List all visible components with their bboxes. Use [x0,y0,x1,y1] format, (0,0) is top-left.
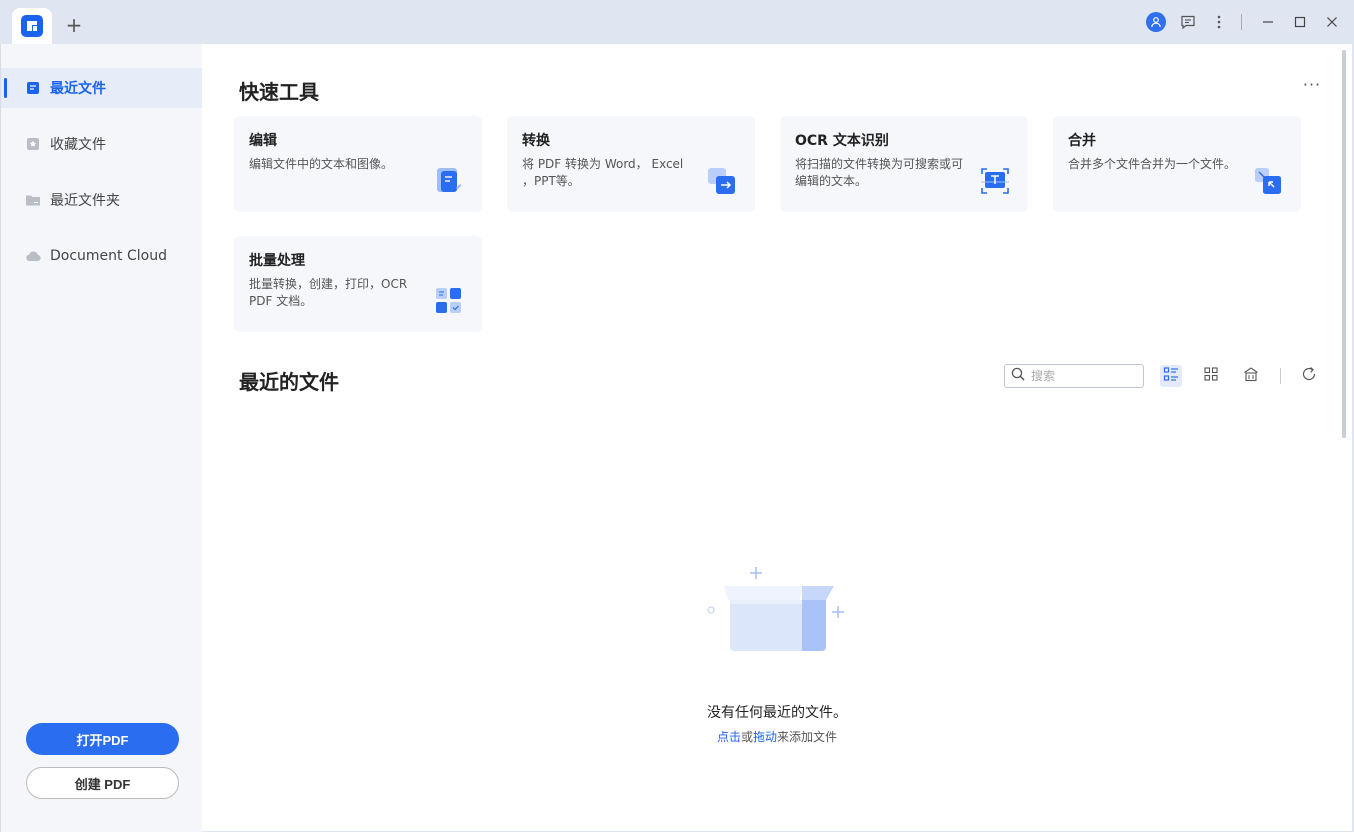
refresh-icon [1301,366,1317,386]
close-icon[interactable] [1322,12,1342,32]
folder-icon [25,192,41,208]
sidebar-item-document-cloud[interactable]: Document Cloud [1,236,203,276]
sidebar-item-recent-files[interactable]: 最近文件 [1,68,203,108]
card-title: 合并 [1068,133,1096,149]
card-title: 批量处理 [249,253,305,269]
tool-card-edit[interactable]: 编辑 编辑文件中的文本和图像。 [234,116,482,212]
minimize-icon[interactable] [1258,12,1278,32]
empty-state-message: 没有任何最近的文件。 [707,705,847,721]
menu-kebab-icon[interactable] [1209,12,1229,32]
list-view-button[interactable] [1160,365,1182,387]
open-pdf-button[interactable]: 打开PDF [26,723,179,755]
search-icon [1011,367,1025,385]
list-view-icon [1163,366,1179,386]
batch-icon [434,286,464,316]
refresh-button[interactable] [1298,365,1320,387]
tool-card-merge[interactable]: 合并 合并多个文件合并为一个文件。 [1053,116,1301,212]
sidebar-item-favorites[interactable]: 收藏文件 [1,124,203,164]
title-bar: + [0,0,1354,44]
new-tab-button[interactable]: + [62,14,86,38]
feedback-icon[interactable] [1178,12,1198,32]
empty-box-illustration [702,564,852,664]
search-box[interactable] [1004,364,1144,388]
tool-card-convert[interactable]: 转换 将 PDF 转换为 Word， Excel ，PPT等。 [507,116,755,212]
sidebar-item-label: 最近文件 [50,81,106,97]
merge-icon [1253,166,1283,196]
empty-state-hint: 点击或拖动来添加文件 [202,728,1352,745]
app-logo-icon [21,15,43,37]
create-pdf-button[interactable]: 创建 PDF [26,767,179,799]
card-desc: 将 PDF 转换为 Word， Excel ，PPT等。 [522,157,684,188]
ocr-icon [980,166,1010,196]
sidebar-item-label: Document Cloud [50,248,167,264]
sidebar: 最近文件 收藏文件 最近文件夹 Document Cloud 打开PDF 创建 … [0,44,203,832]
titlebar-divider [1241,14,1242,30]
vertical-scrollbar[interactable] [1342,50,1346,438]
card-desc: 将扫描的文件转换为可搜索或可编辑的文本。 [795,157,964,188]
sidebar-item-label: 收藏文件 [50,137,106,153]
convert-icon [707,166,737,196]
cloud-icon [25,248,41,264]
trash-bin-icon [1243,366,1259,386]
tool-card-batch[interactable]: 批量处理 批量转换，创建，打印，OCR PDF 文档。 [234,236,482,332]
recent-files-title: 最近的文件 [239,370,339,394]
main-content: 快速工具 ··· 编辑 编辑文件中的文本和图像。 转换 将 PDF 转换为 Wo… [202,44,1352,831]
search-input[interactable] [1031,369,1131,383]
card-title: OCR 文本识别 [795,133,889,149]
sidebar-item-label: 最近文件夹 [50,193,120,209]
toolbar-divider [1280,368,1281,384]
sidebar-item-recent-folders[interactable]: 最近文件夹 [1,180,203,220]
maximize-icon[interactable] [1290,12,1310,32]
star-file-icon [25,136,41,152]
grid-view-button[interactable] [1200,365,1222,387]
card-desc: 批量转换，创建，打印，OCR PDF 文档。 [249,277,408,308]
home-tab[interactable] [12,8,52,44]
account-icon[interactable] [1146,12,1166,32]
edit-doc-icon [434,166,464,196]
more-options-button[interactable]: ··· [1300,77,1324,96]
recent-file-icon [25,80,41,96]
hint-suffix: 来添加文件 [777,730,838,744]
card-desc: 编辑文件中的文本和图像。 [249,157,394,171]
card-desc: 合并多个文件合并为一个文件。 [1068,157,1237,171]
grid-view-icon [1203,366,1219,386]
or-text: 或 [740,730,753,744]
clear-history-button[interactable] [1240,365,1262,387]
card-title: 编辑 [249,133,277,149]
card-title: 转换 [522,133,550,149]
tool-card-ocr[interactable]: OCR 文本识别 将扫描的文件转换为可搜索或可编辑的文本。 [780,116,1028,212]
click-link[interactable]: 点击 [717,730,741,744]
drag-link[interactable]: 拖动 [753,730,777,744]
quick-tools-title: 快速工具 [239,80,319,104]
